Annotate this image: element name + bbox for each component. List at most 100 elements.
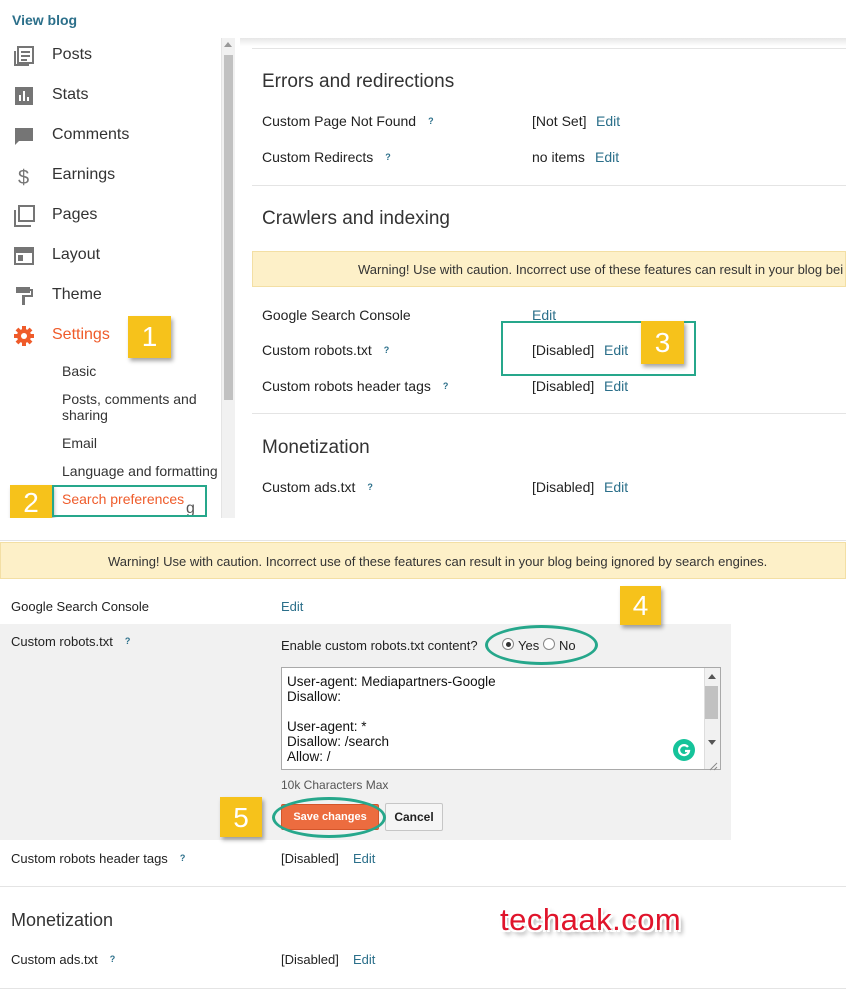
- section-title-monetization: Monetization: [262, 437, 370, 458]
- row-label-robots-txt: Custom robots.txt?: [11, 634, 130, 649]
- divider: [252, 185, 846, 186]
- sidebar-item-comments[interactable]: Comments: [12, 120, 212, 152]
- svg-text:$: $: [18, 167, 29, 188]
- scroll-down-arrow-icon[interactable]: [708, 740, 716, 745]
- value-ads-txt: [Disabled]: [281, 952, 339, 967]
- edit-redirects-link[interactable]: Edit: [595, 149, 619, 165]
- header-shadow: [240, 38, 846, 46]
- row-label-text: Custom robots.txt: [262, 342, 372, 358]
- highlight-search-preferences: [52, 485, 207, 517]
- view-blog-link[interactable]: View blog: [12, 12, 77, 28]
- divider: [0, 540, 846, 541]
- value-redirects: no items: [532, 149, 585, 165]
- row-label-text: Custom robots.txt: [11, 634, 113, 649]
- sidebar-item-stats[interactable]: Stats: [12, 80, 212, 112]
- help-icon[interactable]: ?: [385, 152, 391, 162]
- section-title-crawlers: Crawlers and indexing: [262, 208, 450, 229]
- row-label-text: Custom ads.txt: [262, 479, 356, 495]
- row-label-text: Custom Redirects: [262, 149, 374, 165]
- highlight-save-button: [272, 797, 386, 838]
- comments-icon: [12, 124, 36, 148]
- divider: [252, 48, 846, 49]
- sidebar-item-label: Stats: [52, 86, 89, 103]
- warning-banner-full: Warning! Use with caution. Incorrect use…: [0, 542, 846, 579]
- divider: [0, 886, 846, 887]
- row-label-robots-txt: Custom robots.txt?: [262, 342, 389, 358]
- sidebar-item-label: Posts: [52, 46, 93, 63]
- subnav-posts-comments-sharing[interactable]: Posts, comments and sharing: [62, 391, 222, 423]
- edit-page-not-found-link[interactable]: Edit: [596, 113, 620, 129]
- row-label-text: Custom Page Not Found: [262, 113, 417, 129]
- row-label-header-tags: Custom robots header tags?: [262, 378, 448, 394]
- sidebar-item-theme[interactable]: Theme: [12, 280, 212, 312]
- step-badge-2: 2: [10, 485, 52, 519]
- edit-header-tags-link[interactable]: Edit: [604, 378, 628, 394]
- grammarly-icon[interactable]: [673, 739, 695, 761]
- layout-icon: [12, 244, 36, 268]
- section-title-monetization: Monetization: [11, 910, 114, 930]
- help-icon[interactable]: ?: [384, 345, 390, 355]
- gear-icon: [12, 324, 36, 348]
- section-title-errors: Errors and redirections: [262, 71, 455, 92]
- sidebar-item-layout[interactable]: Layout: [12, 240, 212, 272]
- paint-roller-icon: [12, 284, 36, 308]
- help-icon[interactable]: ?: [367, 482, 373, 492]
- row-label-ads-txt: Custom ads.txt?: [11, 952, 115, 967]
- watermark-logo: techaak.com: [500, 902, 682, 937]
- row-label-header-tags: Custom robots header tags?: [11, 851, 185, 866]
- sidebar-item-settings[interactable]: Settings: [12, 320, 212, 352]
- textarea-scrollbar-thumb[interactable]: [705, 686, 718, 719]
- sidebar-item-label: Theme: [52, 286, 102, 303]
- sidebar-item-label: Settings: [52, 326, 110, 343]
- scroll-up-arrow-icon[interactable]: [224, 42, 232, 47]
- value-header-tags: [Disabled]: [281, 851, 339, 866]
- robots-txt-textarea[interactable]: User-agent: Mediapartners-Google Disallo…: [281, 667, 721, 770]
- step-badge-3: 3: [641, 321, 684, 364]
- edit-header-tags-link[interactable]: Edit: [353, 851, 375, 866]
- enable-robots-label: Enable custom robots.txt content?: [281, 638, 478, 653]
- sidebar-item-label: Comments: [52, 126, 130, 143]
- sidebar-item-earnings[interactable]: $ Earnings: [12, 160, 212, 192]
- warning-banner: Warning! Use with caution. Incorrect use…: [252, 251, 846, 287]
- step-badge-4: 4: [620, 586, 661, 625]
- cancel-button[interactable]: Cancel: [385, 803, 443, 831]
- sidebar-item-label: Layout: [52, 246, 101, 263]
- row-label-search-console: Google Search Console: [11, 599, 150, 614]
- stats-icon: [12, 84, 36, 108]
- edit-ads-txt-link[interactable]: Edit: [604, 479, 628, 495]
- posts-icon: [12, 44, 36, 68]
- resize-handle-icon[interactable]: [708, 758, 718, 771]
- subnav-basic[interactable]: Basic: [62, 363, 222, 379]
- highlight-yes-radio: [485, 625, 598, 665]
- help-icon[interactable]: ?: [428, 116, 434, 126]
- row-label-text: Custom ads.txt: [11, 952, 98, 967]
- help-icon[interactable]: ?: [180, 853, 186, 863]
- pages-icon: [12, 204, 36, 228]
- divider: [0, 988, 846, 989]
- help-icon[interactable]: ?: [110, 954, 116, 964]
- row-label-text: Custom robots header tags: [262, 378, 431, 394]
- help-icon[interactable]: ?: [443, 381, 449, 391]
- help-icon[interactable]: ?: [125, 636, 131, 646]
- step-badge-1: 1: [128, 316, 171, 358]
- row-label-page-not-found: Custom Page Not Found?: [262, 113, 434, 129]
- dollar-icon: $: [12, 164, 36, 189]
- value-ads-txt: [Disabled]: [532, 479, 595, 495]
- edit-ads-txt-link[interactable]: Edit: [353, 952, 375, 967]
- char-limit-note: 10k Characters Max: [281, 778, 389, 792]
- top-panel: View blog Posts Stats Comments $ Earning…: [0, 0, 846, 518]
- subnav-email[interactable]: Email: [62, 435, 222, 451]
- scroll-up-arrow-icon[interactable]: [708, 674, 716, 679]
- sidebar-item-pages[interactable]: Pages: [12, 200, 212, 232]
- edit-search-console-link[interactable]: Edit: [281, 599, 303, 614]
- row-label-redirects: Custom Redirects?: [262, 149, 391, 165]
- row-label-ads-txt: Custom ads.txt?: [262, 479, 373, 495]
- divider: [252, 413, 846, 414]
- subnav-language-formatting[interactable]: Language and formatting: [62, 463, 222, 479]
- row-label-search-console: Google Search Console: [262, 307, 411, 323]
- sidebar-item-label: Earnings: [52, 166, 116, 183]
- sidebar-scrollbar-thumb[interactable]: [224, 55, 233, 400]
- sidebar-item-label: Pages: [52, 206, 98, 223]
- sidebar-item-posts[interactable]: Posts: [12, 40, 212, 72]
- value-page-not-found: [Not Set]: [532, 113, 587, 129]
